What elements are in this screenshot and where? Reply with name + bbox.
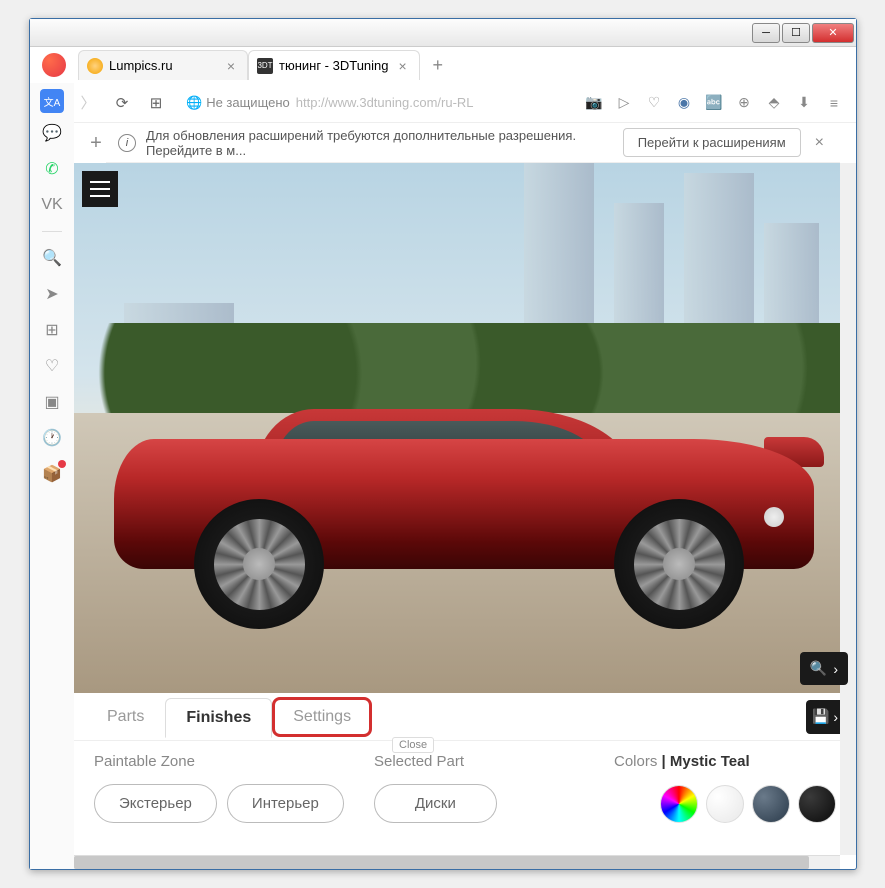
exterior-button[interactable]: Экстерьер (94, 784, 217, 823)
notification-close-icon[interactable]: × (811, 134, 828, 152)
tab-3dtuning[interactable]: 3DT тюнинг - 3DTuning × (248, 50, 420, 80)
tab-title: Lumpics.ru (109, 58, 173, 73)
url-field[interactable]: 🌐 Не защищено http://www.3dtuning.com/ru… (178, 89, 574, 117)
maximize-button[interactable]: ☐ (782, 23, 810, 43)
easy-setup-icon[interactable]: ≡ (824, 93, 844, 113)
notification-badge (58, 460, 66, 468)
notification-text: Для обновления расширений требуются допо… (146, 128, 613, 158)
info-icon: i (118, 134, 136, 152)
opera-logo-icon[interactable] (42, 53, 66, 77)
new-tab-button[interactable]: + (426, 53, 450, 77)
interior-button[interactable]: Интерьер (227, 784, 344, 823)
favicon-icon (87, 58, 103, 74)
tab-lumpics[interactable]: Lumpics.ru × (78, 50, 248, 80)
rear-wheel (614, 499, 744, 629)
reload-button[interactable]: ⟳ (110, 91, 134, 115)
history-icon[interactable]: 🕐 (36, 422, 68, 454)
tab-close-icon[interactable]: × (395, 58, 411, 74)
translate-icon[interactable]: 🔤 (704, 93, 724, 113)
camera-icon[interactable]: 📷 (584, 93, 604, 113)
divider (42, 231, 62, 232)
car-model: 3DT (114, 409, 814, 629)
section-headings: Paintable Zone Selected Part Colors | My… (74, 741, 856, 776)
whatsapp-icon[interactable]: ✆ (36, 153, 68, 185)
selected-color-name: Mystic Teal (670, 753, 750, 770)
options-row: Экстерьер Интерьер Диски (74, 776, 856, 831)
chevron-right-icon: › (833, 661, 838, 677)
messenger-icon[interactable]: 💬 (36, 117, 68, 149)
horizontal-scrollbar[interactable] (74, 855, 840, 869)
disks-button[interactable]: Диски (374, 784, 497, 823)
save-button[interactable]: 💾› (806, 700, 844, 734)
search-icon[interactable]: 🔍 (36, 242, 68, 274)
extension-icon[interactable]: ⊕ (734, 93, 754, 113)
browser-window: ─ ☐ ✕ Lumpics.ru × 3DT тюнинг - 3DTuning… (29, 18, 857, 870)
add-workspace-button[interactable]: + (90, 132, 102, 155)
close-label[interactable]: Close (392, 737, 434, 753)
swatch-dark-blue[interactable] (752, 785, 790, 823)
addressbar-actions: 📷 ▷ ♡ ◉ 🔤 ⊕ ⬘ ⬇ ≡ (584, 93, 844, 113)
vpn-icon[interactable]: ⬘ (764, 93, 784, 113)
address-bar: 〈 〉 ⟳ ⊞ 🌐 Не защищено http://www.3dtunin… (30, 83, 856, 123)
translate-sidebar-icon[interactable]: 文A (40, 89, 64, 113)
vertical-scrollbar[interactable] (840, 163, 856, 855)
zoom-button[interactable]: 🔍› (800, 652, 848, 685)
tab-settings[interactable]: Settings (272, 697, 372, 737)
extensions-icon[interactable]: 📦 (36, 458, 68, 490)
save-icon: 💾 (812, 708, 829, 725)
notification-bar: i Для обновления расширений требуются до… (106, 123, 840, 163)
heading-colors: Colors | Mystic Teal (614, 753, 836, 770)
chevron-right-icon: › (833, 709, 838, 725)
heading-zone: Paintable Zone (94, 753, 294, 770)
fuel-cap (764, 507, 784, 527)
url-text: http://www.3dtuning.com/ru-RL (296, 95, 474, 110)
heading-part: Selected Part (374, 753, 534, 770)
menu-button[interactable] (82, 171, 118, 207)
download-icon[interactable]: ⬇ (794, 93, 814, 113)
window-close-button[interactable]: ✕ (812, 23, 854, 43)
tab-title: тюнинг - 3DTuning (279, 58, 389, 73)
tab-parts[interactable]: Parts (86, 697, 165, 737)
front-wheel (194, 499, 324, 629)
speed-dial-icon[interactable]: ⊞ (144, 91, 168, 115)
security-indicator: 🌐 Не защищено (186, 95, 290, 111)
page-content: 3DT 🔍› Parts Finishes Settings Close 💾› … (74, 163, 856, 855)
color-swatches (660, 785, 836, 823)
titlebar: ─ ☐ ✕ (30, 19, 856, 47)
sidebar: 文A 💬 ✆ VK 🔍 ➤ ⊞ ♡ ▣ 🕐 📦 (30, 83, 74, 869)
scrollbar-thumb[interactable] (74, 856, 809, 869)
panel-tabs: Parts Finishes Settings Close 💾› (74, 693, 856, 741)
view-controls: 🔍› (800, 652, 848, 685)
favicon-icon: 3DT (257, 58, 273, 74)
trees (74, 323, 856, 423)
tab-close-icon[interactable]: × (223, 58, 239, 74)
tab-bar: Lumpics.ru × 3DT тюнинг - 3DTuning × + (30, 47, 856, 83)
car-viewer[interactable]: 3DT 🔍› (74, 163, 856, 693)
news-icon[interactable]: ▣ (36, 386, 68, 418)
speed-dial-sidebar-icon[interactable]: ⊞ (36, 314, 68, 346)
swatch-black[interactable] (798, 785, 836, 823)
forward-button[interactable]: 〉 (76, 91, 100, 115)
heart-icon[interactable]: ♡ (644, 93, 664, 113)
zoom-plus-icon: 🔍 (810, 660, 827, 677)
color-picker-button[interactable] (660, 785, 698, 823)
send-sidebar-icon[interactable]: ➤ (36, 278, 68, 310)
tab-finishes[interactable]: Finishes (165, 698, 272, 738)
adblock-icon[interactable]: ◉ (674, 93, 694, 113)
minimize-button[interactable]: ─ (752, 23, 780, 43)
vk-icon[interactable]: VK (36, 189, 68, 221)
bookmarks-icon[interactable]: ♡ (36, 350, 68, 382)
goto-extensions-button[interactable]: Перейти к расширениям (623, 128, 801, 157)
send-icon[interactable]: ▷ (614, 93, 634, 113)
swatch-white[interactable] (706, 785, 744, 823)
